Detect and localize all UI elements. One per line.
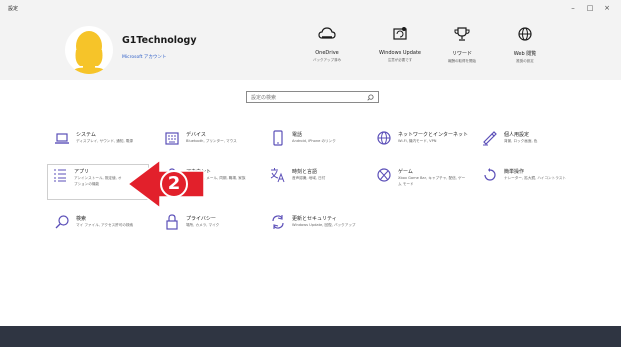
sync-icon	[272, 215, 284, 229]
category-subtitle: 音声認識, 地域, 日付	[292, 176, 326, 180]
search-icon	[55, 215, 69, 229]
category-subtitle: マイ ファイル, アクセス許可の検索	[76, 223, 134, 227]
avatar[interactable]	[65, 26, 113, 74]
category-phone[interactable]: 電話 Android, iPhone のリンク	[266, 128, 386, 164]
category-title: アプリ	[74, 169, 90, 175]
search-box[interactable]: 設定の検索	[246, 91, 379, 103]
language-icon	[270, 168, 285, 183]
header-item-sub: 推奨の設定	[516, 59, 534, 63]
windows-update-icon	[393, 27, 407, 40]
minimize-button[interactable]: –	[566, 2, 580, 14]
globe-icon	[518, 27, 532, 41]
footer-bar	[0, 326, 621, 347]
category-title: プライバシー	[186, 216, 216, 222]
search-input[interactable]: 設定の検索	[251, 94, 276, 101]
cloud-icon	[318, 27, 336, 39]
header-item-label: Web 閲覧	[513, 51, 537, 57]
category-subtitle: Bluetooth, プリンター, マウス	[186, 139, 237, 143]
category-privacy[interactable]: プライバシー 場所, カメラ, マイク	[160, 212, 280, 248]
laptop-icon	[55, 133, 69, 144]
search-icon	[367, 94, 374, 101]
category-title: システム	[76, 132, 96, 138]
category-subtitle: 背景, ロック画面, 色	[504, 139, 538, 143]
maximize-button[interactable]: □	[583, 2, 597, 14]
header-item-onedrive[interactable]: OneDrive バックアップ済み	[287, 26, 367, 63]
apps-list-icon	[54, 169, 66, 182]
keyboard-icon	[165, 132, 179, 145]
category-subtitle: アンインストール, 既定値, オプションの機能	[74, 176, 122, 186]
category-title: デバイス	[186, 132, 206, 138]
category-title: ゲーム	[398, 169, 413, 175]
category-subtitle: Wi-Fi, 機内モード, VPN	[398, 139, 437, 143]
category-title: 簡単操作	[504, 169, 525, 175]
header-item-web-browsing[interactable]: Web 閲覧 推奨の設定	[485, 26, 565, 64]
ease-of-access-icon	[484, 168, 496, 181]
title-bar: 設定 – □ ×	[0, 0, 621, 18]
header-item-label: OneDrive	[315, 50, 339, 56]
category-title: 個人用設定	[504, 132, 530, 138]
category-time-language[interactable]: 時刻と言語 音声認識, 地域, 日付	[266, 165, 386, 201]
user-avatar-icon	[71, 31, 107, 74]
close-button[interactable]: ×	[600, 2, 614, 14]
category-title: 検索	[76, 216, 87, 222]
category-subtitle: 場所, カメラ, マイク	[186, 223, 220, 227]
account-name: G1Technology	[122, 35, 197, 46]
network-globe-icon	[377, 131, 391, 145]
phone-icon	[273, 130, 283, 146]
category-title: 時刻と言語	[292, 169, 318, 175]
category-title: 更新とセキュリティ	[292, 216, 337, 222]
lock-icon	[166, 214, 178, 230]
category-ease-of-access[interactable]: 簡単操作 ナレーター, 拡大鏡, ハイコントラスト	[478, 165, 598, 201]
paint-brush-icon	[483, 131, 497, 146]
window-title: 設定	[8, 6, 19, 12]
category-title: 電話	[292, 132, 303, 138]
category-subtitle: Xbox Game Bar, キャプチャ, 配信, ゲーム モード	[398, 176, 466, 186]
account-header: G1Technology Microsoft アカウント OneDrive バッ…	[0, 18, 621, 80]
category-subtitle: ナレーター, 拡大鏡, ハイコントラスト	[504, 176, 566, 180]
xbox-icon	[377, 168, 391, 182]
category-subtitle: Android, iPhone のリンク	[292, 139, 336, 143]
category-personalization[interactable]: 個人用設定 背景, ロック画面, 色	[478, 128, 598, 164]
trophy-icon	[454, 27, 470, 41]
microsoft-account-link[interactable]: Microsoft アカウント	[122, 54, 166, 60]
category-gaming[interactable]: ゲーム Xbox Game Bar, キャプチャ, 配信, ゲーム モード	[372, 165, 492, 201]
category-update-security[interactable]: 更新とセキュリティ Windows Update, 回復, バックアップ	[266, 212, 386, 248]
category-search[interactable]: 検索 マイ ファイル, アクセス許可の検索	[50, 212, 170, 248]
category-subtitle: Windows Update, 回復, バックアップ	[292, 223, 356, 227]
header-item-sub: バックアップ済み	[313, 58, 341, 62]
category-subtitle: ディスプレイ, サウンド, 通知, 電源	[76, 139, 133, 143]
step-number-badge: 2	[160, 170, 188, 198]
category-network[interactable]: ネットワークとインターネット Wi-Fi, 機内モード, VPN	[372, 128, 492, 164]
category-title: ネットワークとインターネット	[398, 132, 469, 138]
